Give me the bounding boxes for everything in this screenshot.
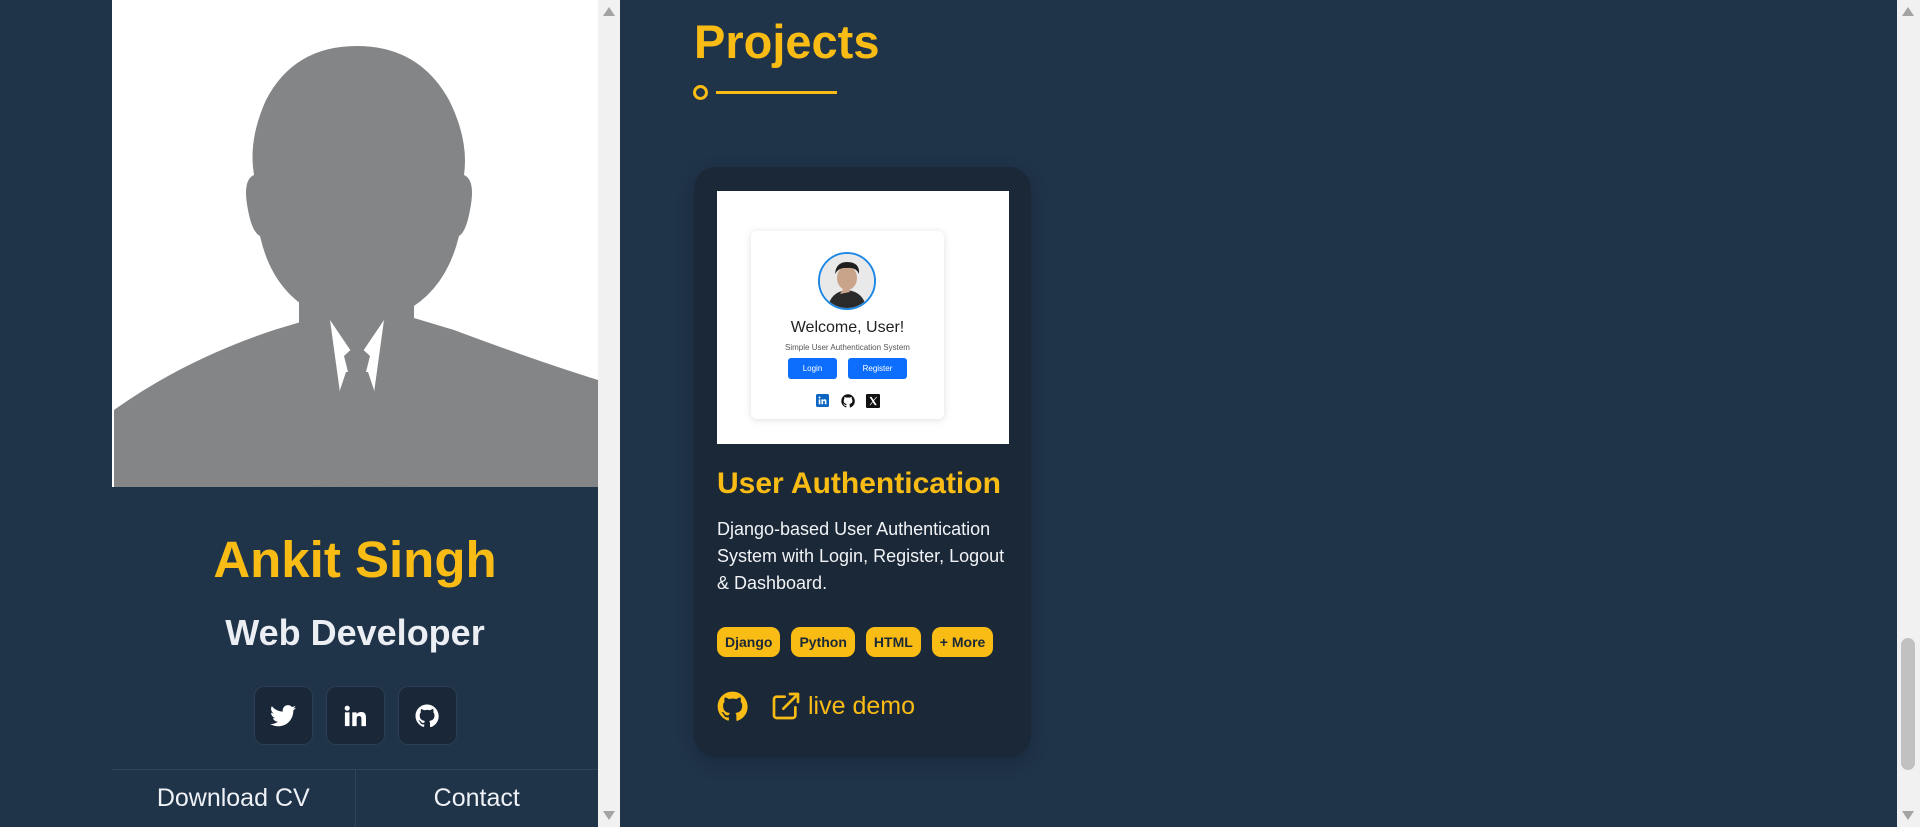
project-tags: Django Python HTML + More (717, 627, 994, 657)
scroll-down-arrow-icon[interactable] (1902, 811, 1914, 820)
silhouette-image (114, 0, 598, 487)
profile-name: Ankit Singh (213, 531, 497, 588)
project-thumbnail[interactable]: Welcome, User! Simple User Authenticatio… (717, 191, 1009, 444)
twitter-button[interactable] (253, 686, 313, 745)
projects-section-title: Projects (694, 15, 880, 68)
profile-role: Web Developer (225, 612, 485, 653)
twitter-icon (270, 704, 296, 726)
thumbnail-login-button: Login (788, 358, 837, 379)
live-demo-link[interactable]: live demo (770, 690, 915, 722)
project-links: live demo (717, 690, 915, 722)
page-scrollbar[interactable] (1897, 0, 1920, 827)
line-decoration (716, 91, 837, 94)
live-demo-label: live demo (808, 691, 915, 720)
thumbnail-subheading: Simple User Authentication System (785, 343, 910, 352)
scroll-down-arrow-icon[interactable] (603, 811, 615, 820)
project-description: Django-based User Authentication System … (717, 519, 1005, 593)
person-photo-icon (820, 254, 874, 308)
github-icon (717, 691, 748, 721)
profile-avatar-placeholder (112, 0, 598, 487)
scroll-up-arrow-icon[interactable] (1902, 7, 1914, 16)
scroll-up-arrow-icon[interactable] (603, 7, 615, 16)
thumbnail-register-button: Register (848, 358, 907, 379)
tag-django: Django (717, 627, 781, 657)
project-card: Welcome, User! Simple User Authenticatio… (694, 167, 1031, 757)
tag-python: Python (791, 627, 855, 657)
contact-button[interactable]: Contact (354, 770, 599, 827)
thumbnail-heading: Welcome, User! (790, 319, 905, 336)
github-icon (415, 704, 439, 727)
linkedin-button[interactable] (325, 686, 385, 745)
ring-decoration (693, 85, 708, 100)
scrollbar-thumb[interactable] (1901, 638, 1915, 770)
thumbnail-avatar (818, 252, 876, 310)
download-cv-button[interactable]: Download CV (112, 770, 355, 827)
profile-card: Ankit Singh Web Developer Download CV Co… (112, 0, 598, 827)
thumbnail-login-card: Welcome, User! Simple User Authenticatio… (751, 231, 944, 419)
github-icon (840, 393, 855, 408)
project-title: User Authentication (717, 467, 1001, 500)
social-links (112, 686, 598, 745)
external-link-icon (772, 692, 800, 720)
x-icon (865, 393, 880, 408)
profile-actions: Download CV Contact (112, 769, 598, 827)
profile-card-scrollbar[interactable] (598, 0, 620, 827)
tag-more-button[interactable]: + More (931, 627, 994, 657)
thumbnail-social-icons (751, 393, 944, 408)
linkedin-icon (815, 393, 830, 408)
github-repo-link[interactable] (717, 691, 748, 722)
tag-html: HTML (865, 627, 921, 657)
title-underline-decoration (693, 85, 837, 100)
thumbnail-buttons: Login Register (751, 358, 944, 379)
github-button[interactable] (397, 686, 457, 745)
linkedin-icon (344, 705, 366, 726)
